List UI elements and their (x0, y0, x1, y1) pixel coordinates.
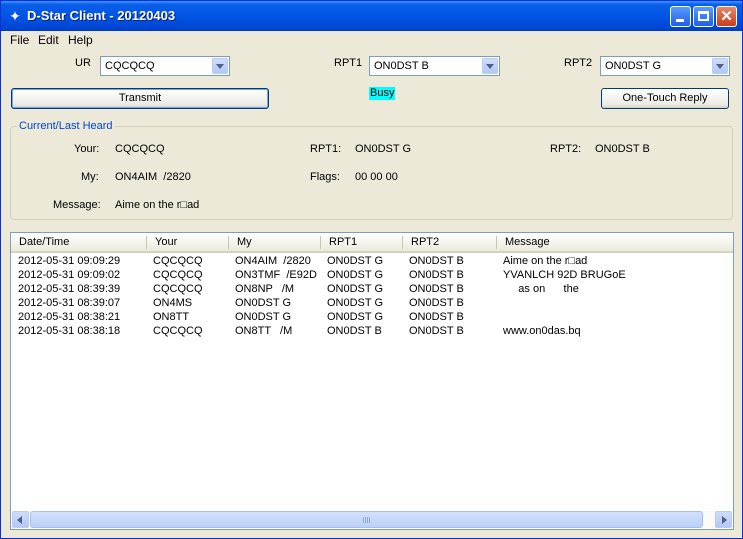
chevron-down-icon[interactable] (212, 58, 228, 74)
cell-datetime: 2012-05-31 08:38:18 (18, 325, 121, 337)
lh-rpt1-label: RPT1: (310, 143, 342, 155)
scroll-left-button[interactable] (12, 511, 29, 528)
menu-bar: File Edit Help (1, 31, 742, 50)
cell-rpt1: ON0DST G (327, 311, 384, 323)
my-label: My: (81, 171, 99, 183)
heard-log-list[interactable]: Date/Time Your My RPT1 RPT2 Message 2012… (10, 232, 734, 530)
lh-rpt1-value: ON0DST G (355, 143, 412, 155)
ur-combo[interactable]: CQCQCQ (100, 56, 230, 76)
star-icon: ✦ (9, 8, 21, 24)
your-label: Your: (74, 143, 100, 155)
rpt2-combo[interactable]: ON0DST G (600, 56, 730, 76)
cell-rpt2: ON0DST B (409, 283, 464, 295)
cell-your: CQCQCQ (153, 325, 203, 337)
rpt2-value: ON0DST G (605, 60, 662, 72)
maximize-button[interactable] (693, 6, 714, 27)
cell-message: as on the (503, 283, 579, 295)
grip-icon (363, 517, 371, 523)
cell-rpt2: ON0DST B (409, 325, 464, 337)
cell-message: Aime on the r□ad (503, 255, 588, 267)
table-row[interactable]: 2012-05-31 08:38:21 ON8TT ON0DST G ON0DST G… (11, 310, 733, 324)
table-row[interactable]: 2012-05-31 09:09:29 CQCQCQ ON4AIM /2820 ON0… (11, 254, 733, 268)
table-row[interactable]: 2012-05-31 08:39:39 CQCQCQ ON8NP /M ON0DST … (11, 282, 733, 296)
horizontal-scrollbar[interactable] (12, 511, 732, 528)
cell-my: ON3TMF /E92D (235, 269, 317, 281)
scrollbar-thumb[interactable] (30, 511, 703, 528)
cell-rpt1: ON0DST G (327, 269, 384, 281)
column-header-rpt1[interactable]: RPT1 (321, 233, 403, 251)
cell-rpt1: ON0DST B (327, 325, 382, 337)
table-row[interactable]: 2012-05-31 09:09:02 CQCQCQ ON3TMF /E92D ON0… (11, 268, 733, 282)
my-value: ON4AIM /2820 (115, 171, 191, 183)
title-bar[interactable]: ✦ D-Star Client - 20120403 ✕ (1, 1, 742, 31)
last-heard-title: Current/Last Heard (17, 120, 115, 132)
cell-my: ON8NP /M (235, 283, 295, 295)
cell-datetime: 2012-05-31 08:38:21 (18, 311, 121, 323)
cell-my: ON0DST G (235, 311, 292, 323)
column-header-your[interactable]: Your (147, 233, 229, 251)
cell-your: CQCQCQ (153, 269, 203, 281)
flags-value: 00 00 00 (355, 171, 398, 183)
list-header: Date/Time Your My RPT1 RPT2 Message (11, 233, 733, 253)
flags-label: Flags: (310, 171, 340, 183)
cell-my: ON0DST G (235, 297, 292, 309)
close-icon: ✕ (720, 8, 733, 25)
transmit-button[interactable]: Transmit (11, 88, 269, 109)
scroll-right-button[interactable] (715, 511, 732, 528)
your-value: CQCQCQ (115, 143, 165, 155)
rpt1-value: ON0DST B (374, 60, 429, 72)
busy-indicator: Busy (369, 87, 396, 100)
table-row[interactable]: 2012-05-31 08:39:07 ON4MS ON0DST G ON0DST G… (11, 296, 733, 310)
lh-rpt2-label: RPT2: (550, 143, 582, 155)
message-label: Message: (53, 199, 101, 211)
cell-your: CQCQCQ (153, 283, 203, 295)
minimize-button[interactable] (670, 6, 691, 27)
column-header-message[interactable]: Message (497, 233, 733, 251)
cell-rpt1: ON0DST G (327, 283, 384, 295)
column-header-rpt2[interactable]: RPT2 (403, 233, 497, 251)
maximize-icon (698, 11, 709, 21)
cell-rpt2: ON0DST B (409, 297, 464, 309)
cell-datetime: 2012-05-31 08:39:39 (18, 283, 121, 295)
window-title: D-Star Client - 20120403 (27, 8, 176, 23)
cell-rpt2: ON0DST B (409, 311, 464, 323)
cell-rpt2: ON0DST B (409, 255, 464, 267)
cell-my: ON8TT /M (235, 325, 293, 337)
rpt1-combo[interactable]: ON0DST B (369, 56, 500, 76)
menu-help[interactable]: Help (68, 33, 93, 47)
chevron-down-icon[interactable] (482, 58, 498, 74)
ur-label: UR (75, 57, 91, 69)
cell-rpt1: ON0DST G (327, 255, 384, 267)
cell-rpt2: ON0DST B (409, 269, 464, 281)
minimize-icon (676, 19, 684, 22)
cell-my: ON4AIM /2820 (235, 255, 311, 267)
ur-value: CQCQCQ (105, 60, 155, 72)
menu-file[interactable]: File (10, 33, 29, 47)
cell-datetime: 2012-05-31 09:09:02 (18, 269, 121, 281)
menu-edit[interactable]: Edit (38, 33, 59, 47)
app-window: ✦ D-Star Client - 20120403 ✕ File Edit H… (0, 0, 743, 539)
cell-rpt1: ON0DST G (327, 297, 384, 309)
cell-your: CQCQCQ (153, 255, 203, 267)
cell-your: ON8TT (153, 311, 190, 323)
cell-message: YVANLCH 92D BRUGoE (503, 269, 626, 281)
chevron-down-icon[interactable] (712, 58, 728, 74)
table-row[interactable]: 2012-05-31 08:38:18 CQCQCQ ON8TT /M ON0DST … (11, 324, 733, 338)
close-button[interactable]: ✕ (716, 6, 737, 27)
cell-your: ON4MS (153, 297, 193, 309)
column-header-datetime[interactable]: Date/Time (11, 233, 147, 251)
cell-message: www.on0das.bq (503, 325, 581, 337)
cell-datetime: 2012-05-31 08:39:07 (18, 297, 121, 309)
message-value: Aime on the r□ad (115, 199, 200, 211)
cell-datetime: 2012-05-31 09:09:29 (18, 255, 121, 267)
rpt2-label: RPT2 (564, 57, 593, 69)
lh-rpt2-value: ON0DST B (595, 143, 650, 155)
column-header-my[interactable]: My (229, 233, 321, 251)
rpt1-label: RPT1 (334, 57, 363, 69)
one-touch-reply-button[interactable]: One-Touch Reply (601, 88, 729, 109)
